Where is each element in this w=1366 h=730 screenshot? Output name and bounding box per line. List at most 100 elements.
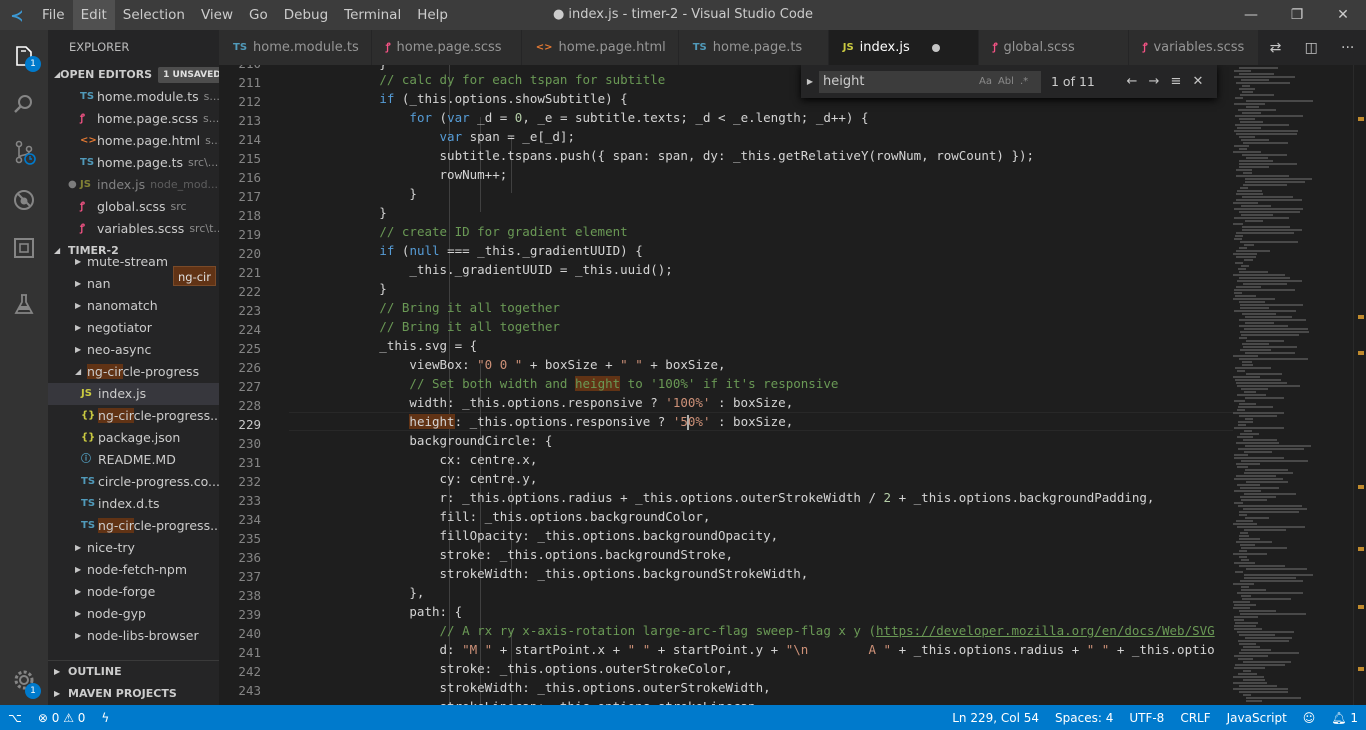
tree-folder[interactable]: ◢ ng-circle-progress <box>48 361 219 383</box>
minimap-line <box>1235 262 1243 264</box>
tree-file[interactable]: ⓘ README.MD <box>48 449 219 471</box>
minimap-line <box>1233 601 1250 603</box>
feedback-smiley-icon[interactable]: ☺ <box>1295 711 1324 725</box>
tree-folder[interactable]: ▶ nanomatch <box>48 295 219 317</box>
minimap-line <box>1236 286 1261 288</box>
tree-folder[interactable]: ▶ node-gyp <box>48 603 219 625</box>
indentation[interactable]: Spaces: 4 <box>1047 711 1121 725</box>
menu-debug[interactable]: Debug <box>276 0 336 30</box>
menu-file[interactable]: File <box>34 0 73 30</box>
minimap-line <box>1234 427 1284 429</box>
end-of-line[interactable]: CRLF <box>1172 711 1218 725</box>
minimap-line <box>1240 349 1271 351</box>
open-editor-item[interactable]: TS home.module.ts s... <box>48 86 219 108</box>
explorer-icon[interactable]: 1 <box>0 32 48 80</box>
minimap-line <box>1240 121 1263 123</box>
tree-folder[interactable]: ▶ negotiator <box>48 317 219 339</box>
open-editor-item[interactable]: TS home.page.ts src\... <box>48 152 219 174</box>
tree-folder[interactable]: ▶ node-libs-browser <box>48 625 219 647</box>
next-match-icon[interactable]: → <box>1143 74 1165 89</box>
open-editor-item[interactable]: ꝭ global.scss src <box>48 196 219 218</box>
find-in-selection-icon[interactable]: ≡ <box>1165 74 1187 89</box>
minimap-line <box>1239 163 1297 165</box>
open-editor-path: src\... <box>188 156 219 169</box>
lightning-icon[interactable]: ϟ <box>93 711 117 725</box>
menu-terminal[interactable]: Terminal <box>336 0 409 30</box>
explorer-sidebar: EXPLORER ◢ OPEN EDITORS 1 UNSAVED TS home… <box>48 30 219 705</box>
tab-home-page-html[interactable]: <> home.page.html <box>521 30 679 65</box>
extensions-icon[interactable] <box>0 224 48 272</box>
match-word-toggle[interactable]: Abl <box>998 76 1014 87</box>
minimap[interactable] <box>1233 65 1353 705</box>
open-editor-name: index.js <box>97 177 146 192</box>
unsaved-dot-icon[interactable] <box>931 43 940 52</box>
tab-global-scss[interactable]: ꝭ global.scss <box>978 30 1129 65</box>
test-flask-icon[interactable] <box>0 280 48 328</box>
code-editor[interactable]: 210 211 212 213 214 215 216 217 218 219 220 221 222 2… <box>219 65 1366 705</box>
search-icon[interactable] <box>0 80 48 128</box>
settings-gear-icon[interactable]: 1 <box>0 656 48 704</box>
source-control-icon[interactable] <box>0 128 48 176</box>
debug-icon[interactable] <box>0 176 48 224</box>
code-area[interactable]: } // calc dy for each tspan for subtitle… <box>289 65 1233 705</box>
close-find-icon[interactable]: ✕ <box>1187 74 1209 89</box>
previous-match-icon[interactable]: ← <box>1121 74 1143 89</box>
open-editors-header[interactable]: ◢ OPEN EDITORS 1 UNSAVED <box>48 64 219 86</box>
typescript-file-icon: TS <box>81 520 96 531</box>
tree-folder[interactable]: ▶node-releases <box>48 647 219 650</box>
tree-folder[interactable]: ▶ node-forge <box>48 581 219 603</box>
open-editor-item[interactable]: <>home.page.html s... <box>48 130 219 152</box>
minimap-line <box>1240 487 1279 489</box>
status-bar: ⌥ ⊗ 0 ⚠ 0 ϟ Ln 229, Col 54 Spaces: 4 UTF… <box>0 705 1366 730</box>
menu-help[interactable]: Help <box>409 0 456 30</box>
tab-home-module-ts[interactable]: TS home.module.ts <box>219 30 372 65</box>
minimize-icon[interactable]: — <box>1228 0 1274 30</box>
minimap-line <box>1234 289 1295 291</box>
restore-icon[interactable]: ❐ <box>1274 0 1320 30</box>
open-editor-item[interactable]: ● JS index.js node_mod... <box>48 174 219 196</box>
find-input[interactable] <box>823 71 973 92</box>
menu-selection[interactable]: Selection <box>115 0 193 30</box>
compare-icon[interactable]: ⇄ <box>1270 40 1282 56</box>
tree-folder[interactable]: ▶ neo-async <box>48 339 219 361</box>
outline-header[interactable]: ▶ OUTLINE <box>48 661 219 683</box>
info-file-icon: ⓘ <box>81 454 91 465</box>
tab-home-page-scss[interactable]: ꝭ home.page.scss <box>371 30 522 65</box>
open-editor-item[interactable]: ꝭ variables.scss src\t... <box>48 218 219 240</box>
more-actions-icon[interactable]: ··· <box>1341 40 1354 56</box>
vertical-scrollbar[interactable] <box>1353 65 1366 705</box>
minimap-line <box>1238 424 1246 426</box>
close-icon[interactable]: ✕ <box>1320 0 1366 30</box>
tab-variables-scss[interactable]: ꝭ variables.scss <box>1128 30 1279 65</box>
open-editor-item[interactable]: ꝭ home.page.scss s... <box>48 108 219 130</box>
match-case-toggle[interactable]: Aa <box>979 76 992 87</box>
problems-indicator[interactable]: ⊗ 0 ⚠ 0 <box>30 711 94 725</box>
encoding[interactable]: UTF-8 <box>1121 711 1172 725</box>
minimap-line <box>1239 271 1268 273</box>
tree-file[interactable]: JS index.js <box>48 383 219 405</box>
notifications[interactable]: 🔔︎ 1 <box>1323 711 1366 725</box>
remote-icon[interactable]: ⌥ <box>0 711 30 725</box>
maven-header[interactable]: ▶ MAVEN PROJECTS <box>48 683 219 705</box>
tree-folder[interactable]: ▶ nice-try <box>48 537 219 559</box>
split-editor-icon[interactable]: ◫ <box>1305 40 1318 56</box>
tab-index-js[interactable]: JS index.js <box>828 30 979 65</box>
menu-view[interactable]: View <box>193 0 241 30</box>
cursor-position[interactable]: Ln 229, Col 54 <box>944 711 1047 725</box>
regex-toggle[interactable]: .* <box>1020 76 1028 87</box>
menu-edit[interactable]: Edit <box>72 0 115 30</box>
tree-file[interactable]: {} ng-circle-progress.... <box>48 405 219 427</box>
menu-go[interactable]: Go <box>241 0 276 30</box>
toggle-replace-icon[interactable]: ▶ <box>801 77 819 86</box>
language-mode[interactable]: JavaScript <box>1219 711 1295 725</box>
tree-file[interactable]: {} package.json <box>48 427 219 449</box>
minimap-line <box>1237 592 1303 594</box>
tree-file[interactable]: TS circle-progress.co... <box>48 471 219 493</box>
minimap-line <box>1242 229 1302 231</box>
tab-home-page-ts[interactable]: TS home.page.ts <box>678 30 829 65</box>
tree-item-label: mute-stream <box>87 254 169 269</box>
tree-file[interactable]: TS index.d.ts <box>48 493 219 515</box>
line-number: 210 <box>219 65 289 73</box>
tree-file[interactable]: TS ng-circle-progress.... <box>48 515 219 537</box>
tree-folder[interactable]: ▶ node-fetch-npm <box>48 559 219 581</box>
